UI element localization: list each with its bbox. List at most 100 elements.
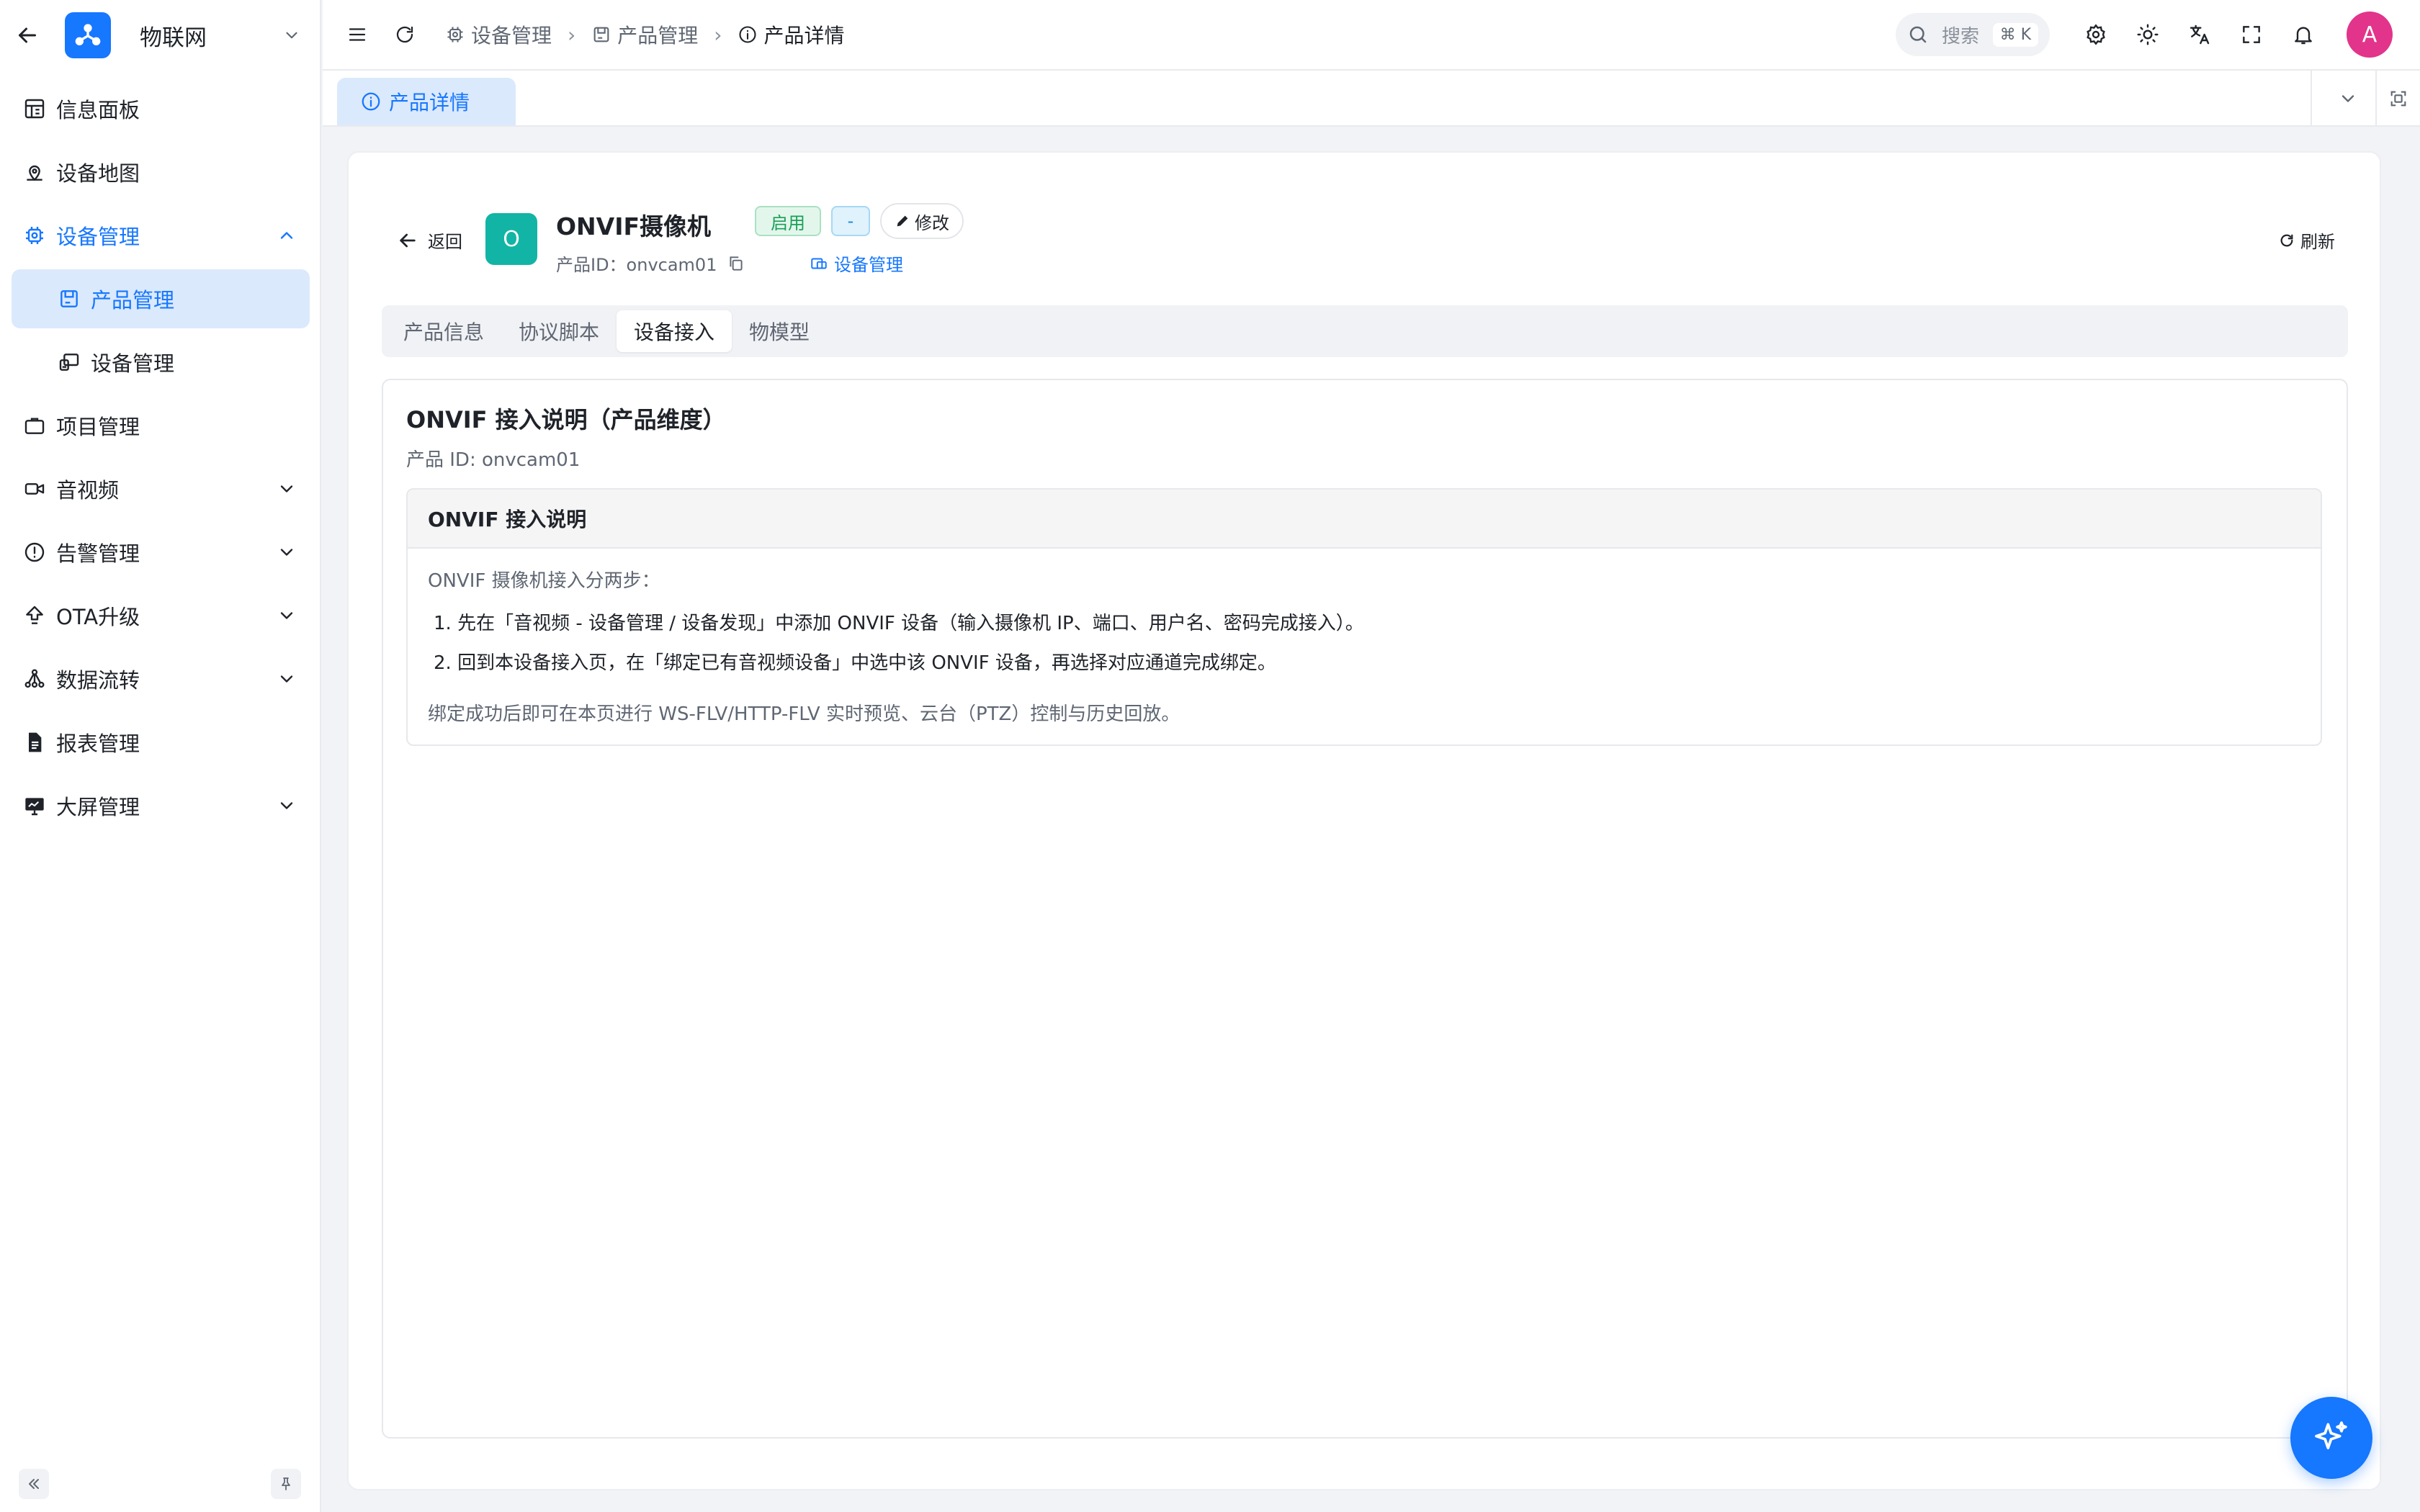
- product-header: 返回 O ONVIF摄像机 启用 - 修改 产品ID：onvcam01 设备管理: [396, 199, 2380, 275]
- tab-device-access[interactable]: 设备接入: [617, 310, 732, 352]
- sparkles-icon: [2311, 1418, 2352, 1458]
- chip-icon: [23, 224, 46, 247]
- sidebar-item-alarm-management[interactable]: 告警管理: [12, 523, 310, 582]
- sidebar-item-label: 设备管理: [56, 225, 140, 249]
- type-badge: -: [831, 206, 870, 236]
- sidebar-item-device-map[interactable]: 设备地图: [12, 143, 310, 202]
- maximize-content-icon[interactable]: [2384, 84, 2413, 113]
- tab-product-detail[interactable]: 产品详情: [337, 78, 516, 125]
- instruction-step: 1. 先在「音视频 - 设备管理 / 设备发现」中添加 ONVIF 设备（输入摄…: [434, 613, 1364, 634]
- upgrade-icon: [23, 604, 46, 627]
- file-icon: [23, 731, 46, 754]
- pin-icon[interactable]: [271, 1469, 301, 1499]
- chevron-down-icon: [277, 542, 297, 562]
- arrow-left-icon: [396, 229, 419, 252]
- sidebar-item-big-screen[interactable]: 大屏管理: [12, 776, 310, 835]
- tab-product-info[interactable]: 产品信息: [386, 310, 501, 352]
- sidebar-item-label: 报表管理: [56, 732, 140, 756]
- sidebar-item-ota-upgrade[interactable]: OTA升级: [12, 586, 310, 645]
- tab-thing-model[interactable]: 物模型: [732, 310, 827, 352]
- theme-sun-icon[interactable]: [2133, 20, 2162, 49]
- product-icon: [58, 287, 81, 310]
- alert-circle-icon: [23, 541, 46, 564]
- sidebar-item-label: 设备地图: [56, 161, 140, 186]
- chevron-down-icon: [277, 479, 297, 499]
- sidebar-footer: [0, 1456, 321, 1512]
- search-box[interactable]: 搜索 ⌘ K: [1896, 13, 2050, 56]
- brand-bar: 物联网: [0, 0, 320, 71]
- sidebar-item-label: 项目管理: [56, 415, 140, 439]
- device-link-icon: [810, 254, 828, 273]
- user-avatar[interactable]: A: [2347, 12, 2393, 58]
- sidebar-item-project-management[interactable]: 项目管理: [12, 396, 310, 455]
- breadcrumb-item-device-management[interactable]: 设备管理: [445, 20, 552, 49]
- chevron-down-icon[interactable]: [282, 26, 301, 45]
- header-actions: 搜索 ⌘ K A: [1896, 12, 2420, 58]
- reload-icon[interactable]: [390, 20, 419, 49]
- detail-tabs: 产品信息 协议脚本 设备接入 物模型: [382, 305, 2348, 357]
- pencil-icon: [895, 213, 910, 229]
- sidebar-item-label: 告警管理: [56, 541, 140, 566]
- sidebar-item-product-management[interactable]: 产品管理: [12, 269, 310, 328]
- back-arrow-icon[interactable]: [14, 22, 40, 48]
- sidebar-item-dashboard[interactable]: 信息面板: [12, 79, 310, 138]
- sidebar-item-device-management[interactable]: 设备管理: [12, 206, 310, 265]
- tabs-dropdown-chevron-icon[interactable]: [2334, 84, 2362, 113]
- menu-toggle-icon[interactable]: [343, 20, 372, 49]
- breadcrumb: 设备管理 › 产品管理 › 产品详情: [445, 20, 844, 49]
- app-logo: [65, 12, 111, 58]
- device-link-label: 设备管理: [834, 255, 903, 275]
- ai-assistant-button[interactable]: [2290, 1397, 2372, 1479]
- video-camera-icon: [23, 477, 46, 500]
- panel-title: ONVIF 接入说明（产品维度）: [406, 406, 726, 433]
- collapse-sidebar-icon[interactable]: [19, 1469, 49, 1499]
- breadcrumb-item-product-management[interactable]: 产品管理: [591, 20, 698, 49]
- sidebar-item-label: 数据流转: [56, 668, 140, 693]
- chevron-down-icon: [277, 796, 297, 816]
- breadcrumb-separator: ›: [714, 22, 722, 47]
- briefcase-icon: [23, 414, 46, 437]
- sidebar-item-label: OTA升级: [56, 605, 140, 629]
- sidebar-item-label: 音视频: [56, 478, 120, 503]
- back-label: 返回: [428, 232, 462, 252]
- translate-icon[interactable]: [2185, 20, 2214, 49]
- network-icon: [23, 667, 46, 690]
- device-icon: [58, 351, 81, 374]
- sidebar-item-label: 设备管理: [91, 351, 175, 376]
- sidebar-item-device-list[interactable]: 设备管理: [12, 333, 310, 392]
- divider: [2375, 71, 2377, 127]
- sidebar-item-data-flow[interactable]: 数据流转: [12, 649, 310, 708]
- settings-gear-icon[interactable]: [2081, 20, 2110, 49]
- fullscreen-icon[interactable]: [2237, 20, 2266, 49]
- back-button[interactable]: 返回: [396, 228, 462, 253]
- product-icon: [591, 24, 611, 45]
- device-access-panel: ONVIF 接入说明（产品维度） 产品 ID: onvcam01 ONVIF 接…: [382, 379, 2348, 1439]
- product-id-text: 产品ID：onvcam01: [556, 255, 717, 275]
- product-detail-card: 返回 O ONVIF摄像机 启用 - 修改 产品ID：onvcam01 设备管理: [347, 151, 2381, 1490]
- notification-bell-icon[interactable]: [2289, 20, 2318, 49]
- search-shortcut: ⌘ K: [1992, 22, 2038, 47]
- breadcrumb-item-product-detail: 产品详情: [738, 20, 844, 49]
- dashboard-icon: [23, 97, 46, 120]
- product-id: 产品ID：onvcam01: [556, 251, 745, 276]
- info-icon: [738, 24, 758, 45]
- map-pin-icon: [23, 161, 46, 184]
- chevron-up-icon: [277, 225, 297, 246]
- status-badge: 启用: [755, 206, 821, 236]
- sidebar-item-audio-video[interactable]: 音视频: [12, 459, 310, 518]
- edit-button[interactable]: 修改: [880, 203, 964, 239]
- instructions-title: ONVIF 接入说明: [408, 490, 2321, 549]
- sidebar: 物联网 信息面板 设备地图 设备管理 产品管理 设备管理 项目管理 音视频 告警…: [0, 0, 321, 1512]
- sidebar-item-label: 产品管理: [91, 288, 175, 312]
- divider: [2311, 71, 2312, 127]
- copy-icon[interactable]: [727, 254, 745, 273]
- search-placeholder: 搜索: [1942, 25, 1980, 48]
- device-management-link[interactable]: 设备管理: [810, 251, 903, 276]
- tab-protocol-script[interactable]: 协议脚本: [501, 310, 617, 352]
- sidebar-item-report-management[interactable]: 报表管理: [12, 713, 310, 772]
- product-name: ONVIF摄像机: [556, 212, 712, 240]
- sidebar-menu: 信息面板 设备地图 设备管理 产品管理 设备管理 项目管理 音视频 告警管理 O…: [0, 79, 321, 840]
- edit-label: 修改: [915, 212, 949, 233]
- instructions-intro: ONVIF 摄像机接入分两步：: [428, 570, 660, 592]
- refresh-button[interactable]: 刷新: [2279, 228, 2335, 253]
